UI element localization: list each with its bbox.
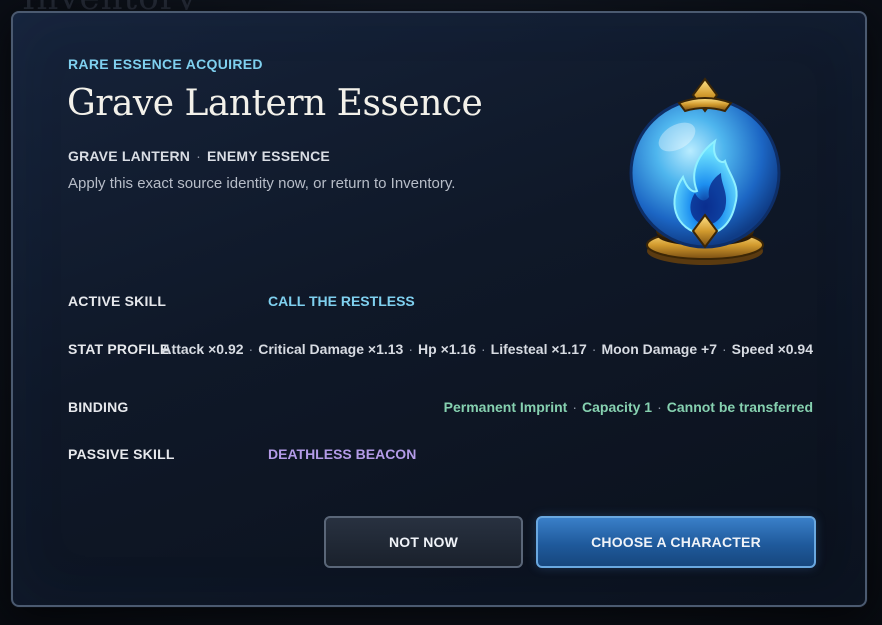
separator: · [572, 399, 578, 415]
stat-profile-values: Attack ×0.92 · Critical Damage ×1.13 · Hp ×1… [161, 341, 813, 357]
active-skill-value: CALL THE RESTLESS [268, 293, 415, 309]
separator: · [248, 341, 254, 357]
stat-lifesteal: Lifesteal ×1.17 [490, 341, 587, 357]
stat-profile-label: STAT PROFILE [68, 341, 170, 357]
stat-attack: Attack ×0.92 [161, 341, 244, 357]
separator: · [408, 341, 414, 357]
stat-critical-damage: Critical Damage ×1.13 [258, 341, 404, 357]
active-skill-label: ACTIVE SKILL [68, 293, 167, 309]
binding-capacity: Capacity 1 [582, 399, 653, 415]
essence-source: GRAVE LANTERN [68, 148, 191, 164]
stat-hp: Hp ×1.16 [418, 341, 476, 357]
dialog-title: Grave Lantern Essence [67, 83, 483, 124]
choose-character-button[interactable]: CHOOSE A CHARACTER [536, 516, 816, 568]
separator: · [722, 341, 727, 357]
binding-transfer: Cannot be transferred [666, 399, 813, 415]
stat-speed: Speed ×0.94 [731, 341, 813, 357]
essence-type: ENEMY ESSENCE [207, 148, 330, 164]
separator: · [591, 341, 597, 357]
binding-label: BINDING [68, 399, 129, 415]
separator: · [657, 399, 662, 415]
separator: · [481, 341, 486, 357]
passive-skill-label: PASSIVE SKILL [68, 446, 175, 462]
blue-flame-orb-icon [629, 77, 781, 265]
dialog-eyebrow: RARE ESSENCE ACQUIRED [68, 56, 263, 72]
dialog-hint: Apply this exact source identity now, or… [68, 175, 456, 192]
stat-moon-damage: Moon Damage +7 [601, 341, 717, 357]
binding-values: Permanent Imprint · Capacity 1 · Cannot be t… [444, 399, 813, 415]
binding-permanence: Permanent Imprint [443, 399, 568, 415]
separator: · [196, 148, 201, 164]
passive-skill-value: DEATHLESS BEACON [268, 446, 417, 462]
not-now-button[interactable]: NOT NOW [324, 516, 523, 568]
essence-acquired-dialog: RARE ESSENCE ACQUIRED Grave Lantern Esse… [11, 11, 867, 607]
essence-source-line: GRAVE LANTERN · ENEMY ESSENCE [68, 148, 330, 164]
